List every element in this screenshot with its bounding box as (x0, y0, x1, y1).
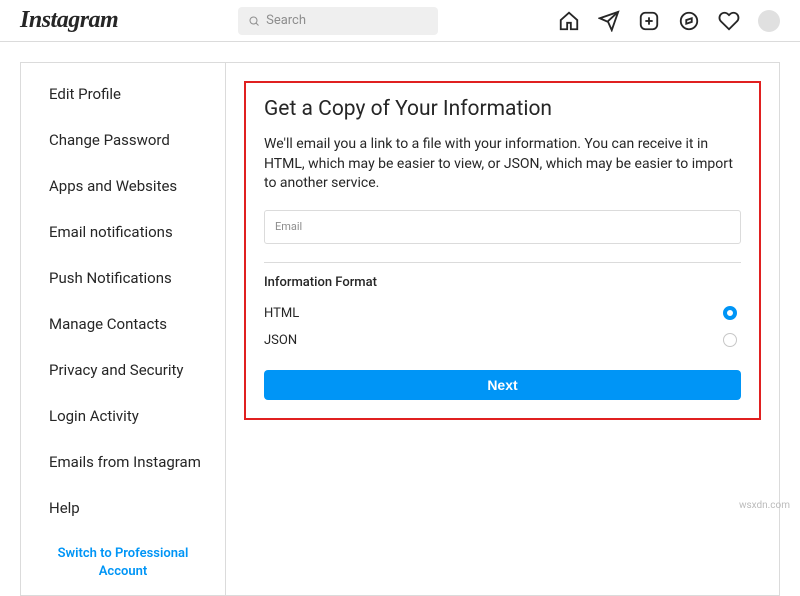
radio-html[interactable] (723, 306, 737, 320)
sidebar-item-email-notifications[interactable]: Email notifications (21, 209, 225, 255)
messages-icon[interactable] (598, 10, 620, 32)
divider (264, 262, 741, 263)
sidebar-item-push-notifications[interactable]: Push Notifications (21, 255, 225, 301)
home-icon[interactable] (558, 10, 580, 32)
download-data-form: Get a Copy of Your Information We'll ema… (244, 81, 761, 420)
next-button[interactable]: Next (264, 370, 741, 400)
avatar[interactable] (758, 10, 780, 32)
sidebar-item-edit-profile[interactable]: Edit Profile (21, 71, 225, 117)
app-header: Instagram Search (0, 0, 800, 42)
format-option-json[interactable]: JSON (264, 327, 741, 354)
sidebar-item-help[interactable]: Help (21, 485, 225, 531)
sidebar-item-change-password[interactable]: Change Password (21, 117, 225, 163)
format-option-html-label: HTML (264, 306, 299, 321)
sidebar-item-login-activity[interactable]: Login Activity (21, 393, 225, 439)
switch-professional-link[interactable]: Switch to Professional Account (21, 531, 225, 595)
sidebar-item-emails-from-instagram[interactable]: Emails from Instagram (21, 439, 225, 485)
sidebar-item-apps-websites[interactable]: Apps and Websites (21, 163, 225, 209)
search-input[interactable]: Search (238, 7, 438, 35)
email-placeholder: Email (275, 220, 302, 233)
page-title: Get a Copy of Your Information (264, 97, 741, 121)
settings-sidebar: Edit Profile Change Password Apps and We… (21, 63, 226, 595)
format-option-html[interactable]: HTML (264, 300, 741, 327)
watermark: wsxdn.com (739, 500, 790, 511)
email-field[interactable]: Email (264, 210, 741, 244)
sidebar-item-manage-contacts[interactable]: Manage Contacts (21, 301, 225, 347)
logo[interactable]: Instagram (20, 7, 118, 34)
nav-icons (558, 10, 780, 32)
header-inner: Instagram Search (20, 7, 780, 35)
new-post-icon[interactable] (638, 10, 660, 32)
sidebar-item-privacy-security[interactable]: Privacy and Security (21, 347, 225, 393)
settings-container: Edit Profile Change Password Apps and We… (20, 62, 780, 596)
radio-json[interactable] (723, 333, 737, 347)
format-label: Information Format (264, 275, 741, 290)
activity-icon[interactable] (718, 10, 740, 32)
search-wrap: Search (238, 7, 438, 35)
main-panel: Get a Copy of Your Information We'll ema… (226, 63, 779, 595)
explore-icon[interactable] (678, 10, 700, 32)
format-option-json-label: JSON (264, 333, 297, 348)
search-placeholder: Search (266, 13, 306, 28)
page-description: We'll email you a link to a file with yo… (264, 135, 741, 194)
search-icon (248, 15, 260, 27)
